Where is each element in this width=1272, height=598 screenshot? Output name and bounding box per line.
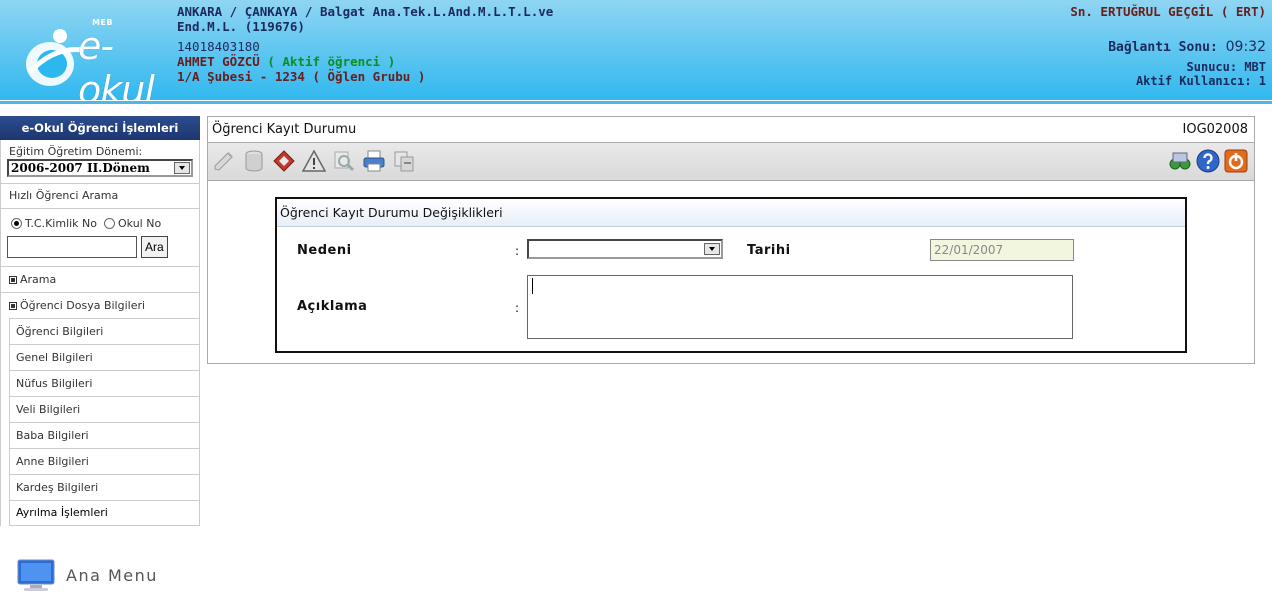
tree-item-mother-info[interactable]: Anne Bilgileri xyxy=(9,448,199,474)
print-icon[interactable] xyxy=(362,149,386,173)
reason-colon: : xyxy=(515,244,520,258)
student-status: ( Aktif öğrenci ) xyxy=(267,54,396,69)
description-textarea[interactable] xyxy=(527,275,1073,339)
toolbar xyxy=(208,143,1254,181)
exit-icon[interactable] xyxy=(1224,149,1248,173)
tree-item-father-info[interactable]: Baba Bilgileri xyxy=(9,422,199,448)
chevron-down-icon[interactable] xyxy=(174,162,190,174)
period-label: Eğitim Öğretim Dönemi: xyxy=(9,145,143,158)
school-line-1: ANKARA / ÇANKAYA / Balgat Ana.Tek.L.And.… xyxy=(177,4,554,19)
tree-item-guardian-info[interactable]: Veli Bilgileri xyxy=(9,396,199,422)
tree-item-label: Öğrenci Dosya Bilgileri xyxy=(20,298,146,312)
radio-okul-label[interactable]: Okul No xyxy=(118,217,161,230)
date-label: Tarihi xyxy=(747,243,791,258)
radio-okul-no[interactable] xyxy=(104,218,116,229)
status-change-form: Öğrenci Kayıt Durumu Değişiklikleri Nede… xyxy=(275,197,1187,353)
connection-time: 09:32 xyxy=(1225,39,1266,55)
student-name: AHMET GÖZCÜ xyxy=(177,54,260,69)
collapse-icon[interactable] xyxy=(9,301,17,310)
reason-label: Nedeni xyxy=(297,243,352,258)
radio-tc-label[interactable]: T.C.Kimlik No xyxy=(25,217,97,230)
e-okul-logo: MEB e-okul xyxy=(20,6,180,112)
session-info: Sn. ERTUĞRUL GEÇGİL ( ERT) Bağlantı Sonu… xyxy=(1070,4,1266,88)
chevron-down-icon[interactable] xyxy=(704,243,720,255)
sidebar: e-Okul Öğrenci İşlemleri Eğitim Öğretim … xyxy=(0,116,200,526)
database-icon[interactable] xyxy=(242,149,266,173)
tree-item-sibling-info[interactable]: Kardeş Bilgileri xyxy=(9,474,199,500)
school-line-2: End.M.L. (119676) xyxy=(177,19,305,34)
date-field[interactable]: 22/01/2007 xyxy=(930,239,1074,261)
header-divider xyxy=(0,100,1272,104)
school-student-info: ANKARA / ÇANKAYA / Balgat Ana.Tek.L.And.… xyxy=(177,4,553,84)
search-type-radios: T.C.Kimlik No Okul No xyxy=(1,211,199,230)
logo-text: e-okul xyxy=(78,24,155,112)
tree-item-leaving-ops[interactable]: Ayrılma İşlemleri xyxy=(9,500,199,526)
active-users: Aktif Kullanıcı: 1 xyxy=(1135,74,1266,88)
page-code: IOG02008 xyxy=(1182,122,1249,137)
tree-item-student-files[interactable]: Öğrenci Dosya Bilgileri xyxy=(1,292,199,318)
text-caret xyxy=(532,278,533,294)
current-user: Sn. ERTUĞRUL GEÇGİL ( ERT) xyxy=(1070,4,1266,19)
binoculars-icon[interactable] xyxy=(1168,149,1192,173)
description-label: Açıklama xyxy=(297,299,368,314)
tree-item-search[interactable]: Arama xyxy=(1,266,199,292)
server-info: Sunucu: MBT xyxy=(1186,60,1266,74)
form-heading: Öğrenci Kayıt Durumu Değişiklikleri xyxy=(277,199,1185,227)
divider xyxy=(1,208,199,209)
reason-select[interactable] xyxy=(527,239,723,259)
connection-info: Bağlantı Sonu: 09:32 xyxy=(1070,39,1266,56)
erase-icon[interactable] xyxy=(272,149,296,173)
period-select[interactable]: 2006-2007 II.Dönem xyxy=(7,159,193,177)
main-panel: Öğrenci Kayıt Durumu IOG02008 Öğrenci Ka… xyxy=(207,116,1255,364)
transfer-icon[interactable] xyxy=(392,149,416,173)
app-window: MEB e-okul ANKARA / ÇANKAYA / Balgat Ana… xyxy=(0,0,1272,598)
quick-search-input[interactable] xyxy=(7,236,137,258)
tree-item-student-info[interactable]: Öğrenci Bilgileri xyxy=(9,318,199,344)
student-class: 1/A Şubesi - 1234 ( Öğlen Grubu ) xyxy=(177,69,426,84)
tree-item-census-info[interactable]: Nüfus Bilgileri xyxy=(9,370,199,396)
edit-icon[interactable] xyxy=(212,149,236,173)
search-button[interactable]: Ara xyxy=(141,236,168,258)
main-menu-label[interactable]: Ana Menu xyxy=(66,566,158,585)
main-menu-link[interactable]: Ana Menu xyxy=(14,558,158,592)
page-title: Öğrenci Kayıt Durumu xyxy=(212,122,357,137)
toolbar-left-icons xyxy=(212,149,416,173)
student-name-line: AHMET GÖZCÜ ( Aktif öğrenci ) xyxy=(177,54,553,69)
expand-icon[interactable] xyxy=(9,275,17,284)
toolbar-right-icons xyxy=(1168,149,1248,173)
tree-item-general-info[interactable]: Genel Bilgileri xyxy=(9,344,199,370)
description-colon: : xyxy=(515,301,520,315)
quick-search-row: Ara xyxy=(1,230,199,266)
search-icon[interactable] xyxy=(332,149,356,173)
help-icon[interactable] xyxy=(1196,149,1220,173)
divider xyxy=(1,183,199,184)
page-header: Öğrenci Kayıt Durumu IOG02008 xyxy=(208,117,1254,143)
student-id: 14018403180 xyxy=(177,39,260,54)
monitor-icon[interactable] xyxy=(14,558,58,592)
tree-item-label: Arama xyxy=(20,272,57,286)
sidebar-panel: Eğitim Öğretim Dönemi: 2006-2007 II.Döne… xyxy=(0,140,200,526)
warning-icon[interactable] xyxy=(302,149,326,173)
sidebar-title: e-Okul Öğrenci İşlemleri xyxy=(0,116,200,140)
radio-tc-kimlik[interactable] xyxy=(11,218,22,229)
quick-search-label: Hızlı Öğrenci Arama xyxy=(9,189,119,202)
header-banner: MEB e-okul ANKARA / ÇANKAYA / Balgat Ana… xyxy=(0,0,1272,112)
period-value: 2006-2007 II.Dönem xyxy=(11,161,150,175)
connection-label: Bağlantı Sonu: xyxy=(1108,40,1218,55)
